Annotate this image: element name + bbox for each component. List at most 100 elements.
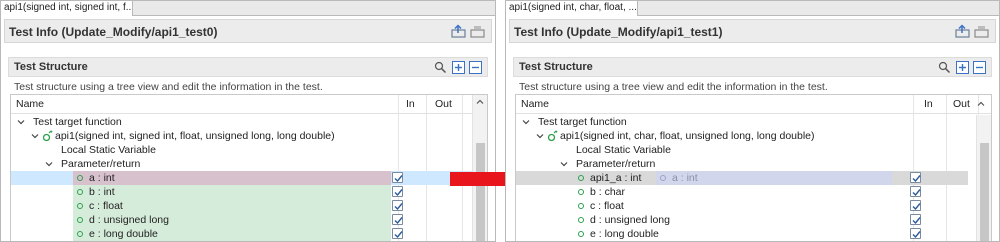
tree-row-param-api1-a[interactable]: api1_a : int a : int bbox=[516, 171, 968, 185]
in-checkbox[interactable] bbox=[392, 214, 403, 225]
left-table-header: Name In Out bbox=[11, 95, 487, 114]
collapse-all-icon[interactable] bbox=[973, 61, 986, 74]
right-test-info-header: Test Info (Update_Modify/api1_test1) bbox=[509, 19, 996, 43]
tree-row-label: api1(signed int, char, float, unsigned l… bbox=[560, 130, 815, 142]
left-tree-table: Name In Out Test target function api1(si… bbox=[10, 94, 488, 241]
import-icon[interactable] bbox=[470, 24, 486, 38]
left-test-info-title: Test Info (Update_Modify/api1_test0) bbox=[9, 25, 218, 39]
column-in-header[interactable]: In bbox=[924, 98, 933, 110]
column-name-header[interactable]: Name bbox=[521, 98, 549, 110]
tree-row-param-b[interactable]: b : int bbox=[11, 185, 477, 199]
right-table-header: Name In Out bbox=[516, 95, 991, 114]
tree-row-label: Parameter/return bbox=[61, 158, 141, 170]
tree-row-label: b : int bbox=[89, 186, 115, 198]
right-test-structure-header: Test Structure bbox=[513, 57, 992, 77]
search-icon[interactable] bbox=[938, 61, 951, 74]
chevron-down-icon[interactable] bbox=[31, 132, 39, 140]
parameter-icon bbox=[578, 217, 584, 223]
tree-row-param-c[interactable]: c : float bbox=[11, 199, 477, 213]
in-checkbox[interactable] bbox=[392, 228, 403, 239]
parameter-icon bbox=[77, 217, 83, 223]
export-icon[interactable] bbox=[955, 24, 971, 38]
chevron-down-icon[interactable] bbox=[560, 160, 568, 168]
tree-row-label: c : float bbox=[89, 200, 123, 212]
right-editor-tab[interactable]: api1(signed int, char, float, ... bbox=[506, 1, 638, 16]
left-test-structure-section: Test Structure Test structure using a tr… bbox=[8, 57, 488, 241]
parameter-icon bbox=[77, 189, 83, 195]
tree-row-target[interactable]: Test target function bbox=[11, 115, 477, 129]
vertical-scrollbar[interactable] bbox=[976, 115, 991, 241]
parameter-icon bbox=[77, 203, 83, 209]
column-in-header[interactable]: In bbox=[406, 98, 415, 110]
chevron-down-icon[interactable] bbox=[17, 118, 25, 126]
column-name-header[interactable]: Name bbox=[16, 98, 44, 110]
in-checkbox[interactable] bbox=[910, 214, 921, 225]
scroll-up-icon[interactable] bbox=[476, 98, 484, 106]
in-checkbox[interactable] bbox=[392, 172, 403, 183]
expand-all-icon[interactable] bbox=[452, 61, 465, 74]
tree-row-label: d : unsigned long bbox=[590, 214, 670, 226]
parameter-icon bbox=[578, 231, 584, 237]
right-tree-table: Name In Out Test target function api1(si… bbox=[515, 94, 992, 241]
parameter-icon bbox=[578, 203, 584, 209]
tree-row-label: e : long double bbox=[89, 228, 158, 240]
export-icon[interactable] bbox=[451, 24, 467, 38]
scroll-up-icon[interactable] bbox=[977, 100, 985, 108]
expand-all-icon[interactable] bbox=[956, 61, 969, 74]
tree-row-param-return[interactable]: Parameter/return bbox=[11, 157, 477, 171]
tree-row-param-b[interactable]: b : char bbox=[516, 185, 968, 199]
right-test-info-title: Test Info (Update_Modify/api1_test1) bbox=[514, 25, 723, 39]
right-test-structure-title: Test Structure bbox=[519, 61, 593, 73]
chevron-down-icon[interactable] bbox=[45, 160, 53, 168]
right-editor-pane: api1(signed int, char, float, ... Test I… bbox=[505, 0, 1000, 242]
left-tab-strip: api1(signed int, signed int, f... bbox=[1, 1, 495, 16]
parameter-icon bbox=[77, 231, 83, 237]
collapse-all-icon[interactable] bbox=[469, 61, 482, 74]
parameter-icon bbox=[660, 175, 666, 181]
left-editor-tab[interactable]: api1(signed int, signed int, f... bbox=[1, 1, 133, 16]
tree-row-param-c[interactable]: c : float bbox=[516, 199, 968, 213]
tree-row-label: Parameter/return bbox=[576, 158, 656, 170]
tree-row-label: Test target function bbox=[538, 116, 627, 128]
function-icon bbox=[547, 130, 558, 142]
function-icon bbox=[42, 130, 53, 142]
tree-row-function[interactable]: api1(signed int, signed int, float, unsi… bbox=[11, 129, 477, 143]
tree-row-param-return[interactable]: Parameter/return bbox=[516, 157, 982, 171]
tree-row-local-static[interactable]: Local Static Variable bbox=[516, 143, 982, 157]
right-test-structure-description: Test structure using a tree view and edi… bbox=[519, 81, 828, 93]
parameter-icon bbox=[578, 175, 584, 181]
chevron-down-icon[interactable] bbox=[536, 132, 544, 140]
left-test-structure-description: Test structure using a tree view and edi… bbox=[14, 81, 323, 93]
tree-row-local-static[interactable]: Local Static Variable bbox=[11, 143, 477, 157]
parameter-icon bbox=[578, 189, 584, 195]
search-icon[interactable] bbox=[434, 61, 447, 74]
import-icon[interactable] bbox=[974, 24, 990, 38]
in-checkbox[interactable] bbox=[910, 228, 921, 239]
scrollbar-thumb[interactable] bbox=[980, 143, 989, 241]
parameter-icon bbox=[77, 175, 83, 181]
tree-row-label: b : char bbox=[590, 186, 626, 198]
tree-row-param-e[interactable]: e : long double bbox=[11, 227, 477, 241]
tree-row-param-e[interactable]: e : long double bbox=[516, 227, 968, 241]
tree-row-function[interactable]: api1(signed int, char, float, unsigned l… bbox=[516, 129, 982, 143]
in-checkbox[interactable] bbox=[392, 186, 403, 197]
tree-row-label: Local Static Variable bbox=[576, 144, 671, 156]
right-tab-strip: api1(signed int, char, float, ... bbox=[506, 1, 999, 16]
left-test-info-header: Test Info (Update_Modify/api1_test0) bbox=[4, 19, 492, 43]
column-out-header[interactable]: Out bbox=[953, 98, 970, 110]
in-checkbox[interactable] bbox=[392, 200, 403, 211]
tree-row-param-d[interactable]: d : unsigned long bbox=[516, 213, 968, 227]
in-checkbox[interactable] bbox=[910, 186, 921, 197]
left-editor-pane: api1(signed int, signed int, f... Test I… bbox=[0, 0, 496, 242]
tree-row-param-a[interactable]: a : int bbox=[11, 171, 477, 185]
tree-row-target[interactable]: Test target function bbox=[516, 115, 982, 129]
left-test-structure-header: Test Structure bbox=[8, 57, 488, 77]
right-test-structure-section: Test Structure Test structure using a tr… bbox=[513, 57, 992, 241]
in-checkbox[interactable] bbox=[910, 172, 921, 183]
tree-row-label: Test target function bbox=[33, 116, 122, 128]
chevron-down-icon[interactable] bbox=[522, 118, 530, 126]
in-checkbox[interactable] bbox=[910, 200, 921, 211]
tree-row-param-d[interactable]: d : unsigned long bbox=[11, 213, 477, 227]
tree-row-old-label: a : int bbox=[672, 172, 698, 184]
column-out-header[interactable]: Out bbox=[435, 98, 452, 110]
